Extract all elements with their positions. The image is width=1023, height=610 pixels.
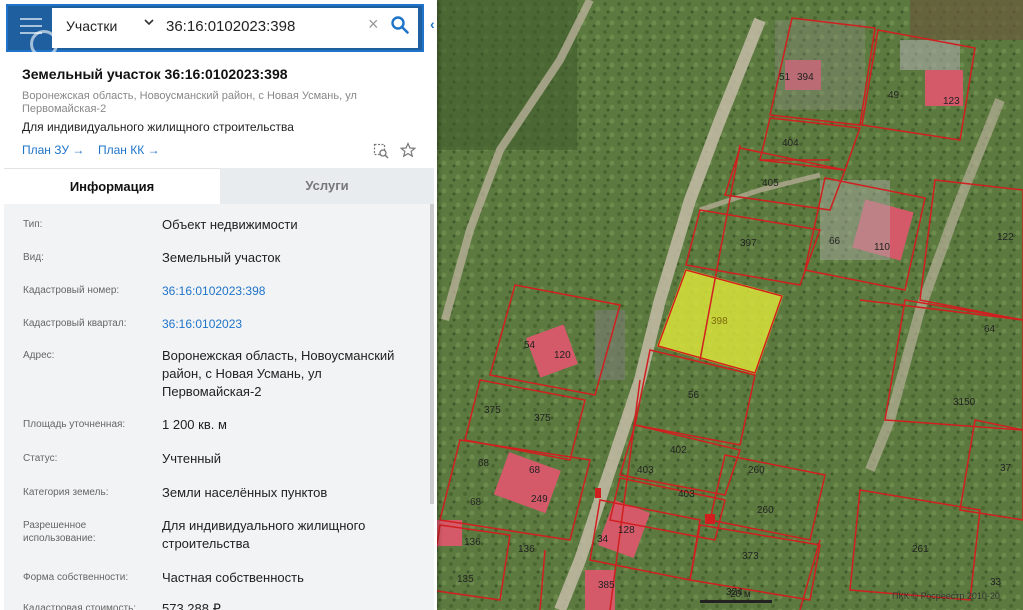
lot-label: 136: [464, 537, 481, 548]
row-label: Форма собственности:: [23, 572, 129, 583]
lot-label: 136: [518, 544, 535, 555]
lot-label: 56: [688, 390, 700, 401]
map-scale-bar: [700, 600, 772, 603]
lot-label: 394: [797, 72, 814, 83]
lot-label: 120: [554, 350, 571, 361]
row-label: Кадастровый номер:: [23, 285, 120, 296]
search-input[interactable]: 36:16:0102023:398: [166, 18, 295, 35]
lot-label: 402: [670, 445, 687, 456]
row-label: Вид:: [23, 252, 44, 263]
search-icon[interactable]: [390, 15, 410, 35]
row-value: Учтенный: [162, 451, 222, 466]
cadastral-quarter-link[interactable]: 36:16:0102023: [162, 315, 422, 333]
lot-label: 122: [997, 232, 1014, 243]
lot-label: 128: [618, 525, 635, 536]
map-copyright: ПКК © Росреестр 2010-20: [892, 591, 1000, 601]
map-scale-label: 20 м: [730, 589, 751, 600]
lot-label: 66: [829, 236, 841, 247]
lot-label: 64: [984, 324, 996, 335]
info-table: Тип: Объект недвижимости Вид: Земельный …: [4, 204, 434, 610]
lot-label: 135: [457, 574, 474, 585]
row-label: Кадастровый квартал:: [23, 318, 127, 329]
row-value: Земельный участок: [162, 250, 281, 265]
lot-label: 3150: [953, 397, 976, 408]
object-purpose: Для индивидуального жилищного строительс…: [22, 120, 294, 134]
collapse-panel-icon[interactable]: ‹: [430, 16, 435, 32]
row-label: Разрешенное использование:: [23, 520, 96, 544]
row-label: Адрес:: [23, 350, 55, 361]
lot-label: 51: [779, 72, 791, 83]
row-label: Площадь уточненная:: [23, 419, 126, 430]
row-value: Для индивидуального жилищного строительс…: [162, 518, 366, 551]
lot-label: 261: [912, 544, 929, 555]
lot-label: 403: [637, 465, 654, 476]
lot-label: 260: [748, 465, 765, 476]
row-value: Объект недвижимости: [162, 217, 298, 232]
lot-label: 249: [531, 494, 548, 505]
row-value: 1 200 кв. м: [162, 417, 227, 432]
lot-label: 123: [943, 96, 960, 107]
lot-label: 373: [742, 551, 759, 562]
row-label: Статус:: [23, 453, 58, 464]
lot-label: 34: [597, 534, 609, 545]
search-bar: Участки 36:16:0102023:398 × ‹: [0, 0, 437, 58]
row-label: Категория земель:: [23, 487, 109, 498]
lot-label: 385: [598, 580, 615, 591]
row-value: Частная собственность: [162, 570, 304, 585]
row-value: 573 288 ₽: [162, 601, 221, 610]
row-label: Тип:: [23, 219, 43, 230]
tabs: Информация Услуги: [4, 168, 434, 204]
selected-lot-label: 398: [711, 316, 728, 327]
row-value: Воронежская область, Новоусманский район…: [162, 348, 395, 399]
lot-label: 33: [990, 577, 1002, 588]
lot-label: 375: [534, 413, 551, 424]
row-label: Кадастровая стоимость:: [23, 603, 137, 610]
clear-icon[interactable]: ×: [368, 14, 379, 34]
lot-label: 110: [874, 242, 890, 253]
page-title: Земельный участок 36:16:0102023:398: [22, 66, 288, 82]
object-address: Воронежская область, Новоусманский район…: [22, 90, 357, 115]
lot-label: 49: [888, 90, 900, 101]
row-value: Земли населённых пунктов: [162, 485, 328, 500]
lot-label: 68: [470, 497, 482, 508]
inspect-icon[interactable]: [373, 143, 389, 159]
lot-label: 54: [524, 340, 536, 351]
tab-services[interactable]: Услуги: [220, 168, 434, 204]
lot-label: 403: [678, 489, 695, 500]
lot-label: 68: [529, 465, 541, 476]
panel-scrollbar[interactable]: [430, 204, 434, 504]
tab-info[interactable]: Информация: [4, 168, 220, 204]
cadastral-number-link[interactable]: 36:16:0102023:398: [162, 282, 422, 300]
lot-label: 397: [740, 238, 757, 249]
plan-zu-link[interactable]: План ЗУ →: [22, 143, 84, 157]
info-panel: Участки 36:16:0102023:398 × ‹ Земельный …: [0, 0, 437, 610]
lot-label: 37: [1000, 463, 1012, 474]
lot-label: 68: [478, 458, 490, 469]
lot-label: 375: [484, 405, 501, 416]
plan-kk-link[interactable]: План КК →: [98, 143, 160, 157]
lot-label: 404: [782, 138, 799, 149]
lot-label: 405: [762, 178, 779, 189]
chevron-down-icon[interactable]: [144, 17, 154, 27]
layer-select[interactable]: Участки: [66, 18, 117, 34]
lot-label: 260: [757, 505, 774, 516]
star-icon[interactable]: [400, 142, 416, 158]
